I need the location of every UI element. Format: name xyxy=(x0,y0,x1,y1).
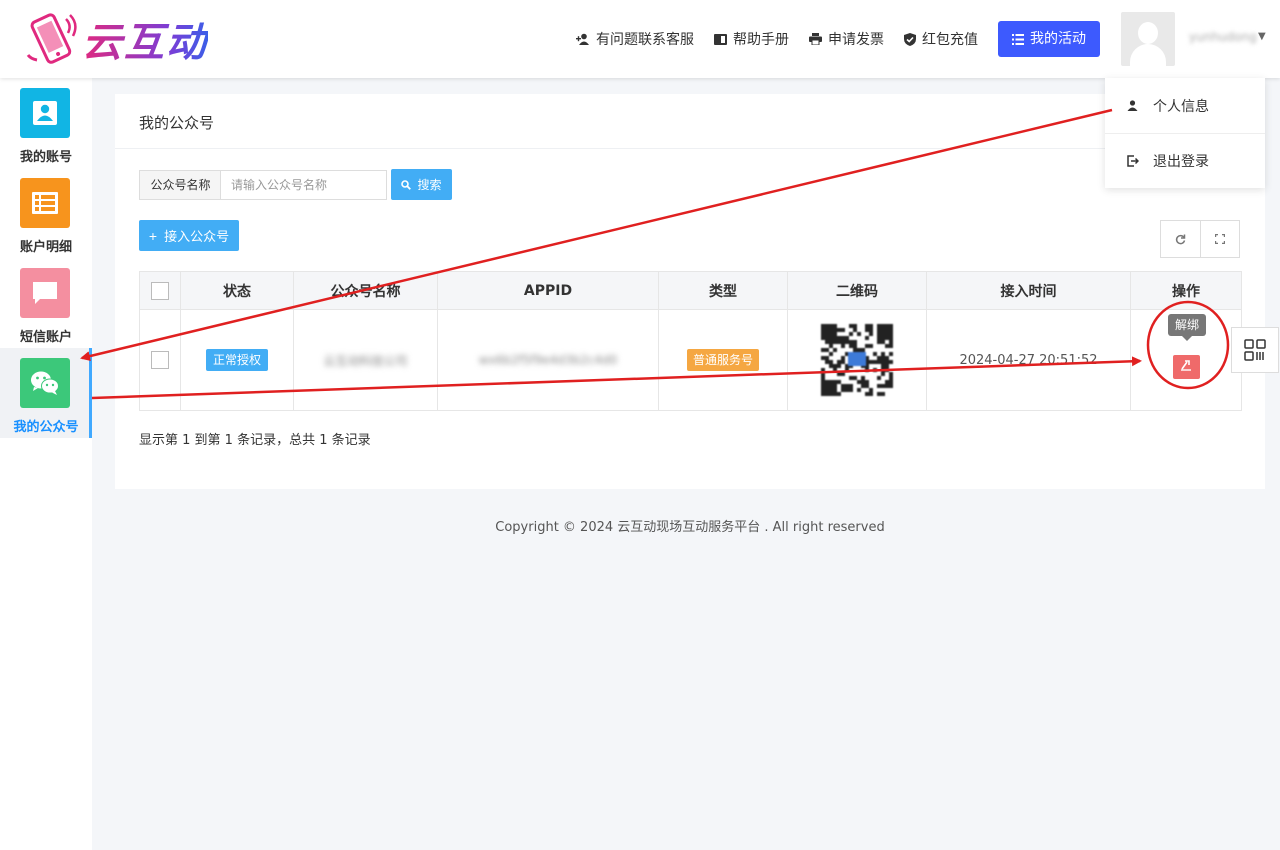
user-menu-toggle[interactable]: yunhudong ▼ xyxy=(1105,0,1280,78)
access-time: 2024-04-27 20:51:52 xyxy=(959,353,1098,368)
type-cell: 普通服务号 xyxy=(658,309,788,411)
my-activity-label: 我的活动 xyxy=(1030,31,1086,47)
qrcode-cell xyxy=(787,309,927,411)
row-checkbox[interactable] xyxy=(151,351,169,369)
nav-help-manual[interactable]: 帮助手册 xyxy=(714,29,789,49)
sidebar-item-label: 账户明细 xyxy=(19,240,72,255)
nav-contact-support[interactable]: 有问题联系客服 xyxy=(576,29,694,49)
status-badge: 正常授权 xyxy=(205,349,268,371)
name-cell: 云互动科技公司 xyxy=(293,309,438,411)
unbind-tooltip: 解绑 xyxy=(1168,314,1207,341)
sidebar-item-my-account[interactable]: 我的账号 xyxy=(0,78,92,168)
avatar xyxy=(1121,12,1175,66)
official-accounts-card: 我的公众号 公众号名称 搜索 + 接入公众号 状态 公众号名称 APPID 类型 xyxy=(115,94,1265,489)
printer-icon xyxy=(809,33,822,45)
caret-down-icon: ▼ xyxy=(1258,31,1266,42)
nav-label: 申请发票 xyxy=(828,32,884,48)
nav-label: 帮助手册 xyxy=(733,32,789,48)
table-header-row: 状态 公众号名称 APPID 类型 二维码 接入时间 操作 xyxy=(139,271,1242,310)
menu-profile[interactable]: 个人信息 xyxy=(1105,78,1265,133)
username: yunhudong xyxy=(1189,30,1257,44)
user-plus-icon xyxy=(576,33,589,45)
row-select-cell xyxy=(139,309,181,411)
col-header-qrcode: 二维码 xyxy=(787,271,927,310)
table-toolbar xyxy=(1160,220,1240,258)
id-card-icon xyxy=(20,88,70,138)
list-icon xyxy=(20,178,70,228)
qrcode-float-button[interactable] xyxy=(1231,327,1279,373)
col-header-actions: 操作 xyxy=(1130,271,1242,310)
search-button-label: 搜索 xyxy=(417,178,442,192)
col-header-type: 类型 xyxy=(658,271,788,310)
nav-label: 红包充值 xyxy=(922,32,978,48)
select-all-cell xyxy=(139,271,181,310)
time-cell: 2024-04-27 20:51:52 xyxy=(926,309,1131,411)
nav-label: 有问题联系客服 xyxy=(596,32,694,48)
col-header-appid: APPID xyxy=(437,271,659,310)
account-appid: wx6b2f5f9e4d3b2c4d0 xyxy=(478,353,618,367)
col-header-status: 状态 xyxy=(180,271,294,310)
logout-icon xyxy=(1127,155,1139,167)
qrcode-image[interactable] xyxy=(821,324,893,396)
book-icon xyxy=(714,33,727,45)
top-header: 云互动 有问题联系客服 帮助手册 申请发票 红包充值 我的活动 yunhudon… xyxy=(0,0,1280,78)
fullscreen-button[interactable] xyxy=(1199,221,1240,257)
my-activity-button[interactable]: 我的活动 xyxy=(998,21,1100,57)
refresh-button[interactable] xyxy=(1161,221,1200,257)
search-label: 公众号名称 xyxy=(139,170,221,200)
message-icon xyxy=(20,268,70,318)
table-row: 正常授权 云互动科技公司 wx6b2f5f9e4d3b2c4d0 普通服务号 2… xyxy=(139,309,1242,411)
select-all-checkbox[interactable] xyxy=(151,281,169,300)
sidebar-item-sms-account[interactable]: 短信账户 xyxy=(0,258,92,348)
sidebar-item-account-detail[interactable]: 账户明细 xyxy=(0,168,92,258)
search-icon xyxy=(401,179,412,190)
wechat-icon xyxy=(20,358,70,408)
status-cell: 正常授权 xyxy=(180,309,294,411)
shield-check-icon xyxy=(904,32,916,46)
col-header-time: 接入时间 xyxy=(926,271,1131,310)
menu-profile-label: 个人信息 xyxy=(1153,98,1209,115)
sidebar-item-label: 我的公众号 xyxy=(13,420,79,435)
list-icon xyxy=(1012,33,1024,45)
sidebar-item-label: 短信账户 xyxy=(19,330,72,345)
unbind-icon xyxy=(1181,360,1191,371)
sidebar-item-my-official-account[interactable]: 我的公众号 xyxy=(0,348,92,438)
appid-cell: wx6b2f5f9e4d3b2c4d0 xyxy=(437,309,659,411)
fullscreen-icon xyxy=(1214,234,1225,244)
top-nav: 有问题联系客服 帮助手册 申请发票 红包充值 我的活动 xyxy=(556,21,1100,57)
col-header-name: 公众号名称 xyxy=(293,271,438,310)
search-input[interactable] xyxy=(220,170,387,200)
account-name: 云互动科技公司 xyxy=(323,353,408,368)
add-official-account-button[interactable]: + 接入公众号 xyxy=(139,220,239,251)
search-button[interactable]: 搜索 xyxy=(391,169,452,200)
sidebar-item-label: 我的账号 xyxy=(19,150,72,165)
brand-name: 云互动 xyxy=(82,10,208,68)
phone-logo-icon xyxy=(26,13,77,64)
pagination-summary: 显示第 1 到第 1 条记录，总共 1 条记录 xyxy=(139,433,371,448)
qrcode-icon xyxy=(1244,339,1266,361)
menu-logout-label: 退出登录 xyxy=(1153,154,1209,170)
footer-copyright: Copyright © 2024 云互动现场互动服务平台 . All right… xyxy=(495,520,885,535)
nav-recharge[interactable]: 红包充值 xyxy=(904,29,978,49)
add-button-label: 接入公众号 xyxy=(164,229,230,244)
plus-icon: + xyxy=(148,227,158,244)
user-icon xyxy=(1127,100,1138,111)
nav-invoice[interactable]: 申请发票 xyxy=(809,29,884,49)
user-dropdown: 个人信息 退出登录 xyxy=(1105,78,1265,188)
official-accounts-table: 状态 公众号名称 APPID 类型 二维码 接入时间 操作 正常授权 云互动科技… xyxy=(139,271,1242,411)
divider xyxy=(115,148,1265,149)
page-title: 我的公众号 xyxy=(139,114,215,132)
logo[interactable]: 云互动 xyxy=(22,10,208,68)
type-badge: 普通服务号 xyxy=(686,349,759,371)
refresh-icon xyxy=(1175,234,1185,244)
menu-logout[interactable]: 退出登录 xyxy=(1105,133,1265,188)
sidebar: 我的账号 账户明细 短信账户 我的公众号 xyxy=(0,78,92,850)
unbind-button[interactable] xyxy=(1172,355,1200,379)
